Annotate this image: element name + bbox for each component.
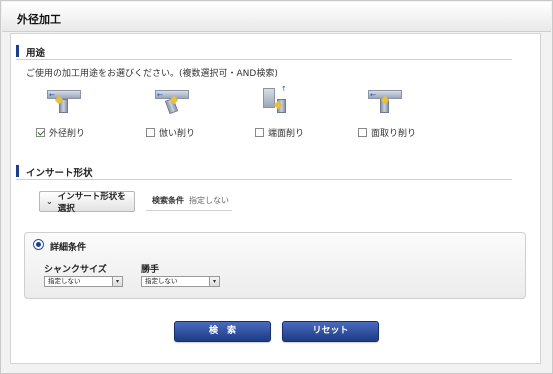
insert-section-header: インサート形状 (16, 164, 512, 180)
search-condition: 検索条件 指定しない (146, 191, 232, 211)
chevron-down-icon: ▾ (209, 277, 219, 286)
checkbox[interactable] (146, 128, 155, 137)
shank-size-value: 指定しない (48, 277, 81, 285)
shank-size-select[interactable]: 指定しない ▾ (44, 276, 123, 287)
chamfering-turning-icon[interactable]: ← (368, 88, 402, 114)
option-label: 端面削り (268, 129, 305, 139)
detail-title: 詳細条件 (50, 243, 87, 253)
section-marker (16, 45, 19, 57)
usage-heading: 用途 (26, 48, 46, 59)
checkbox[interactable] (358, 128, 367, 137)
option-label: 面取り削り (371, 129, 417, 139)
detail-conditions-panel: 詳細条件 シャンクサイズ 勝手 指定しない ▾ 指定しない ▾ (24, 232, 526, 299)
usage-section-header: 用途 (16, 44, 512, 60)
usage-option-profiling[interactable]: 倣い削り (146, 126, 195, 139)
hand-value: 指定しない (145, 277, 178, 285)
checkbox[interactable] (255, 128, 264, 137)
hand-select[interactable]: 指定しない ▾ (141, 276, 220, 287)
section-marker (16, 165, 19, 177)
usage-option-facing[interactable]: 端面削り (255, 126, 304, 139)
facing-turning-icon[interactable]: ↑ (263, 86, 297, 114)
reset-button[interactable]: リセット (282, 321, 379, 342)
usage-option-chamfering[interactable]: 面取り削り (358, 126, 416, 139)
insert-heading: インサート形状 (26, 168, 93, 179)
window-title: 外径加工 (17, 13, 61, 26)
outer-diameter-turning-icon[interactable]: ← (47, 88, 81, 114)
search-button[interactable]: 検 索 (174, 321, 271, 342)
search-condition-label: 検索条件 (152, 196, 184, 205)
checkbox[interactable] (36, 128, 45, 137)
select-insert-shape-label: インサート形状を選択 (57, 191, 126, 214)
profiling-turning-icon[interactable]: ← (155, 88, 189, 115)
select-insert-shape-button[interactable]: ⌄ インサート形状を選択 (39, 191, 135, 214)
search-condition-value: 指定しない (189, 196, 229, 205)
hand-label: 勝手 (141, 265, 160, 275)
usage-option-outer-diameter[interactable]: 外径削り (36, 126, 85, 139)
detail-radio-icon[interactable] (33, 239, 44, 250)
shank-size-label: シャンクサイズ (44, 265, 107, 275)
title-bar: 外径加工 (2, 2, 551, 32)
usage-description: ご使用の加工用途をお選びください。(複数選択可・AND検索) (26, 69, 278, 79)
chevron-down-icon: ▾ (112, 277, 122, 286)
option-label: 倣い削り (159, 129, 196, 139)
chevron-down-icon: ⌄ (46, 197, 53, 206)
option-label: 外径削り (49, 129, 86, 139)
